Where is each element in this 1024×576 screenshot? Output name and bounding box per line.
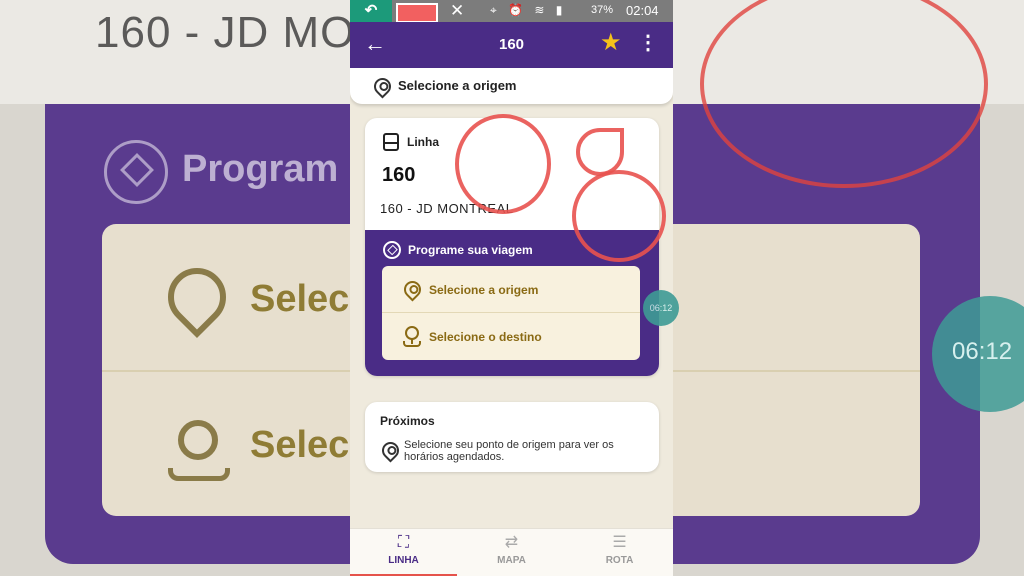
- trip-planner-title: Programe sua viagem: [408, 243, 533, 257]
- bg-compass-icon: [104, 140, 168, 204]
- bg-select-text-2: Selec: [250, 424, 350, 466]
- location-pin-icon: [370, 74, 395, 99]
- select-origin-button[interactable]: Selecione a origem: [382, 266, 640, 313]
- select-origin-label: Selecione a origem: [429, 283, 539, 297]
- bottom-nav: ⛶ LINHA ⇄ MAPA ☰ ROTA: [350, 528, 673, 576]
- bg-timer-text: 06:12: [952, 338, 1013, 365]
- annotation-scribble: [576, 128, 624, 176]
- nav-rota-label: ROTA: [605, 555, 634, 566]
- route-icon: ⇄: [504, 534, 519, 551]
- location-pin-icon: [378, 438, 403, 463]
- origin-pin-icon: [400, 277, 425, 302]
- origin-search-bar[interactable]: Selecione a origem: [350, 68, 673, 104]
- page-title: 160: [498, 36, 525, 53]
- timer-bubble[interactable]: 06:12: [643, 290, 679, 326]
- nav-mapa[interactable]: ⇄ MAPA: [458, 529, 565, 576]
- nav-linha-label: LINHA: [388, 555, 419, 566]
- line-number: 160: [382, 164, 416, 186]
- trip-planner-box: Selecione a origem Selecione o destino: [382, 266, 640, 360]
- bg-select-text: Selec: [250, 278, 350, 320]
- annotation-circle: [455, 114, 551, 214]
- battery-level: 37%: [591, 4, 614, 16]
- favorite-star-icon[interactable]: ★: [600, 31, 622, 55]
- nav-mapa-label: MAPA: [497, 555, 526, 566]
- undo-icon[interactable]: ↶: [350, 0, 392, 22]
- phone-screen: ↶ ✕ ⌖ ⏰ ≋ ▮ 37% 02:04 ← 160 ★ ⋮ Selecion…: [350, 0, 673, 576]
- more-vert-icon[interactable]: ⋮: [638, 32, 658, 54]
- map-icon: ⛶: [397, 534, 410, 551]
- recording-indicator: [396, 3, 438, 23]
- nav-rota[interactable]: ☰ ROTA: [566, 529, 673, 576]
- upcoming-title: Próximos: [380, 414, 435, 428]
- annotation-circle-2: [572, 170, 666, 262]
- compass-icon: [383, 241, 401, 259]
- close-icon[interactable]: ✕: [450, 1, 464, 21]
- select-destination-label: Selecione o destino: [429, 330, 542, 344]
- bg-title: 160 - JD MO: [95, 8, 356, 57]
- select-destination-button[interactable]: Selecione o destino: [382, 313, 640, 359]
- bg-program-text: Program: [182, 148, 339, 190]
- destination-pin-base-icon: [403, 341, 421, 347]
- line-label: Linha: [407, 135, 439, 149]
- app-bar: ← 160 ★ ⋮: [350, 22, 673, 68]
- upcoming-card: Próximos Selecione seu ponto de origem p…: [365, 402, 659, 472]
- bus-icon: [383, 133, 399, 151]
- status-icons: ⌖ ⏰ ≋ ▮: [490, 3, 567, 17]
- bg-pin2-base-icon: [168, 468, 230, 481]
- destination-pin-icon: [405, 326, 419, 344]
- list-icon: ☰: [612, 534, 627, 551]
- upcoming-text: Selecione seu ponto de origem para ver o…: [404, 439, 614, 463]
- nav-linha[interactable]: ⛶ LINHA: [350, 529, 457, 576]
- status-bar: ↶ ✕ ⌖ ⏰ ≋ ▮ 37% 02:04: [350, 0, 673, 23]
- bg-pin2-icon: [178, 420, 218, 460]
- origin-bar-label: Selecione a origem: [398, 78, 517, 93]
- status-time: 02:04: [626, 3, 659, 18]
